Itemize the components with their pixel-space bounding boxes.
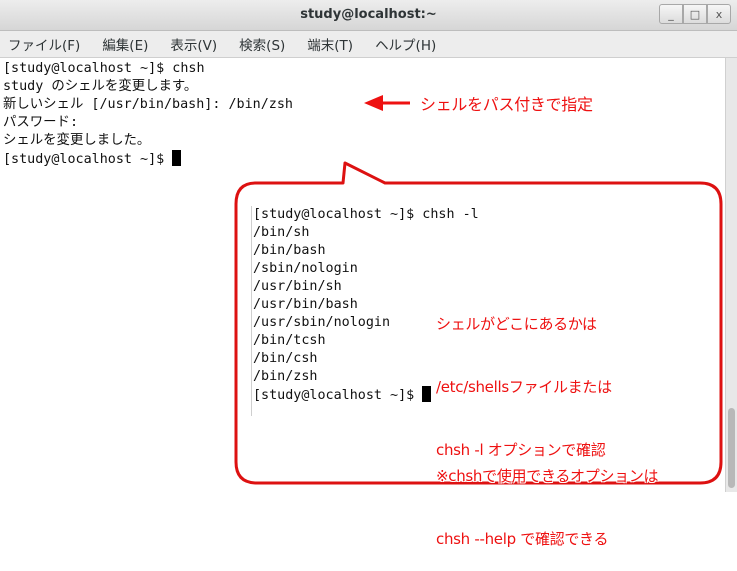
note-line: シェルがどこにあるかは <box>436 315 597 333</box>
note-line: /etc/shellsファイルまたは <box>436 378 612 396</box>
arrow-note: シェルをパス付きで指定 <box>420 95 593 114</box>
inset-prompt: [study@localhost ~]$ <box>253 388 423 403</box>
note-line: chsh --help で確認できる <box>436 530 609 548</box>
note-line: ※chshで使用できるオプションは <box>436 467 659 485</box>
inset-line: /bin/bash <box>253 243 326 258</box>
inset-line: /bin/sh <box>253 225 310 240</box>
annotation-arrow <box>364 95 410 111</box>
inset-line: [study@localhost ~]$ chsh -l <box>253 207 479 222</box>
inset-divider <box>251 206 252 416</box>
inset-cursor <box>422 386 432 402</box>
note-help-option: ※chshで使用できるオプションは chsh --help で確認できる <box>436 424 659 571</box>
